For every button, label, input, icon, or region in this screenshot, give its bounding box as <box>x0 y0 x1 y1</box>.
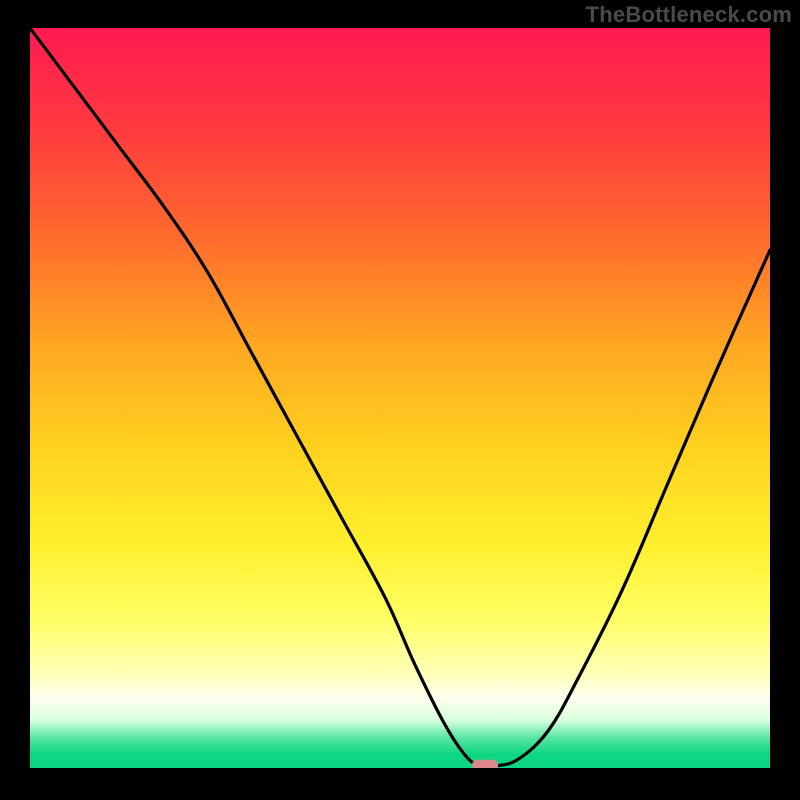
chart-frame: TheBottleneck.com <box>0 0 800 800</box>
gradient-background <box>30 28 770 768</box>
bottleneck-chart <box>30 28 770 768</box>
watermark-text: TheBottleneck.com <box>586 2 792 28</box>
optimal-notch-marker <box>472 760 498 768</box>
plot-area <box>30 28 770 768</box>
